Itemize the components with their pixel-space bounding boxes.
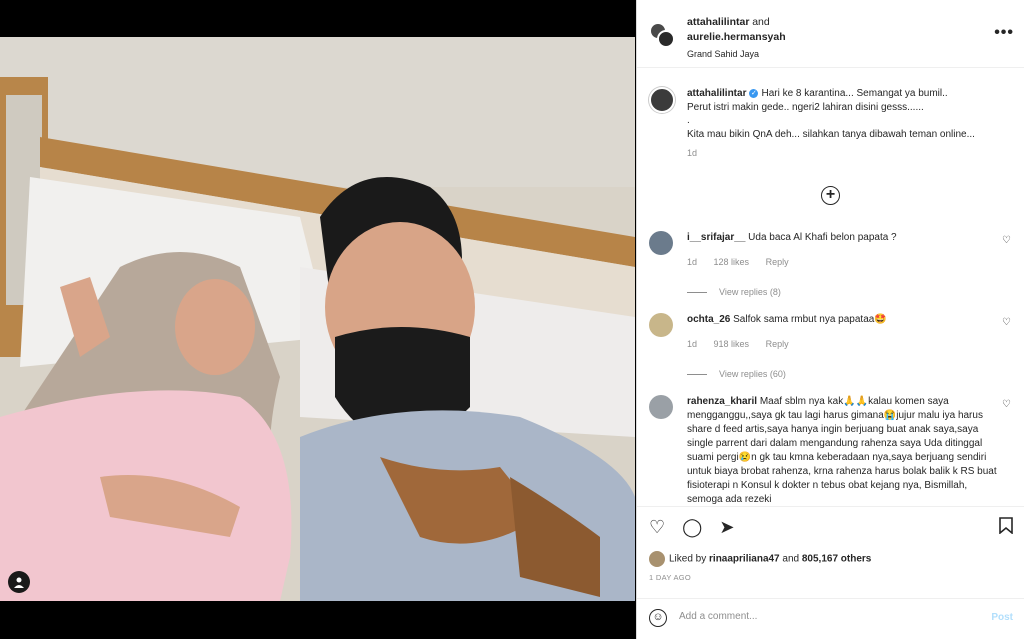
comment-bubble-icon[interactable]: ◯ <box>682 517 702 537</box>
post-date[interactable]: 1 DAY AGO <box>649 573 691 582</box>
reply-button[interactable]: Reply <box>766 257 789 267</box>
view-replies-button[interactable]: View replies (60) <box>687 367 987 381</box>
avatar[interactable] <box>657 30 675 48</box>
avatar[interactable] <box>649 313 673 337</box>
action-icons: ♡ ◯ ➤ <box>649 517 746 538</box>
tagged-users-button[interactable] <box>8 571 30 593</box>
liked-by-and: and <box>782 553 800 565</box>
post-header: attahalilintar and aurelie.hermansyah Gr… <box>637 0 1024 68</box>
comment-body: ochta_26 Salfok sama rmbut nya papataa🤩 … <box>687 313 987 381</box>
like-comment-heart-icon[interactable]: ♡ <box>1002 235 1011 246</box>
avatar[interactable] <box>649 231 673 255</box>
caption-username[interactable]: attahalilintar <box>687 88 746 99</box>
comment-username[interactable]: ochta_26 <box>687 314 730 325</box>
comment-body: i__srifajar__ Uda baca Al Khafi belon pa… <box>687 231 987 299</box>
user-icon <box>14 577 24 588</box>
divider <box>687 292 707 294</box>
post-actions: ♡ ◯ ➤ Liked by rinaapriliana47 and 805,1… <box>637 506 1024 598</box>
view-replies-label: View replies (8) <box>719 287 781 297</box>
comment-text: Maaf sblm nya kak🙏🙏kalau komen saya meng… <box>687 396 997 505</box>
share-paper-plane-icon[interactable]: ➤ <box>719 517 734 537</box>
likes-count[interactable]: 805,167 others <box>802 554 872 565</box>
comment-text: Salfok sama rmbut nya papataa🤩 <box>733 314 887 325</box>
add-comment-bar: ☺ Post <box>637 598 1024 639</box>
comment-body: rahenza_kharil Maaf sblm nya kak🙏🙏kalau … <box>687 395 997 505</box>
avatar[interactable] <box>649 395 673 419</box>
comment-text: Uda baca Al Khafi belon papata ? <box>748 232 897 243</box>
load-more-comments-button[interactable]: + <box>821 186 840 205</box>
post-authors: attahalilintar and aurelie.hermansyah Gr… <box>687 15 786 61</box>
post-details-panel: attahalilintar and aurelie.hermansyah Gr… <box>636 0 1024 639</box>
more-options-icon[interactable]: ••• <box>994 24 1014 42</box>
like-comment-heart-icon[interactable]: ♡ <box>1002 399 1011 410</box>
caption-timestamp: 1d <box>687 148 698 158</box>
divider <box>687 374 707 376</box>
post-photo[interactable] <box>0 37 635 601</box>
post-location[interactable]: Grand Sahid Jaya <box>687 47 786 61</box>
instagram-post-modal: attahalilintar and aurelie.hermansyah Gr… <box>0 0 1024 639</box>
comments-scroll-area[interactable]: attahalilintar ✓ Hari ke 8 karantina... Se… <box>637 69 1024 505</box>
author-username-1[interactable]: attahalilintar <box>687 16 749 28</box>
like-comment-heart-icon[interactable]: ♡ <box>1002 317 1011 328</box>
photo-illustration <box>0 37 635 601</box>
comment-time: 1d <box>687 257 698 267</box>
reply-button[interactable]: Reply <box>766 339 789 349</box>
post-comment-button[interactable]: Post <box>991 612 1013 623</box>
view-replies-button[interactable]: View replies (8) <box>687 285 987 299</box>
comment-username[interactable]: rahenza_kharil <box>687 396 757 407</box>
like-heart-icon[interactable]: ♡ <box>649 517 665 537</box>
caption-body: attahalilintar ✓ Hari ke 8 karantina... Se… <box>687 87 1007 161</box>
view-replies-label: View replies (60) <box>719 369 786 379</box>
bookmark-glyph-icon <box>999 517 1013 535</box>
author-conjunction: and <box>752 16 770 28</box>
avatar[interactable] <box>649 87 675 113</box>
comment-meta: 1d 128 likes Reply <box>687 255 987 269</box>
add-comment-input[interactable] <box>679 611 979 622</box>
bookmark-icon[interactable] <box>999 517 1013 539</box>
caption-line: . <box>687 115 690 126</box>
caption-line: Perut istri makin gede.. ngeri2 lahiran … <box>687 101 924 113</box>
emoji-picker-icon[interactable]: ☺ <box>649 609 667 627</box>
caption-line: Hari ke 8 karantina... Semangat ya bumil… <box>761 88 948 99</box>
verified-badge-icon: ✓ <box>749 88 759 98</box>
collab-avatars[interactable] <box>649 22 675 48</box>
liked-by-user[interactable]: rinaapriliana47 <box>709 554 780 565</box>
comment-likes[interactable]: 918 likes <box>714 339 750 349</box>
avatar[interactable] <box>649 551 665 567</box>
post-media <box>0 0 635 639</box>
liked-by-prefix: Liked by <box>669 553 707 565</box>
likes-summary: Liked by rinaapriliana47 and 805,167 oth… <box>649 551 871 567</box>
comment-username[interactable]: i__srifajar__ <box>687 232 745 243</box>
comment-likes[interactable]: 128 likes <box>714 257 750 267</box>
comment-time: 1d <box>687 339 698 349</box>
author-username-2[interactable]: aurelie.hermansyah <box>687 31 786 43</box>
caption-line: Kita mau bikin QnA deh... silahkan tanya… <box>687 128 975 140</box>
comment-meta: 1d 918 likes Reply <box>687 337 987 351</box>
